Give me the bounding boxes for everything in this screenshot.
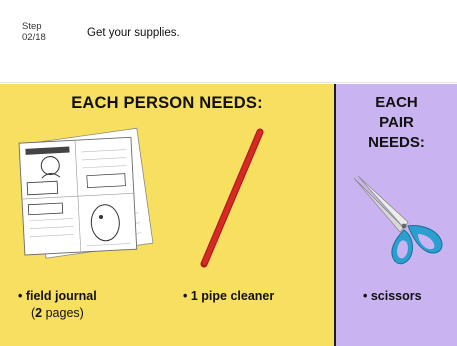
each-pair-heading-line1: EACH (375, 94, 418, 111)
step-number: 02/18 (22, 31, 46, 43)
pipe-cleaner-image (200, 128, 264, 268)
each-pair-heading: EACH PAIR NEEDS: (336, 93, 457, 153)
each-pair-heading-line2: PAIR (379, 114, 414, 131)
scissors-label: • scissors (363, 289, 422, 303)
step-header: Step 02/18 Get your supplies. (0, 0, 457, 83)
pipe-cleaner-label: • 1 pipe cleaner (183, 289, 275, 303)
each-person-heading: EACH PERSON NEEDS: (71, 94, 263, 112)
scissors-image (353, 175, 443, 265)
each-pair-heading-line3: NEEDS: (368, 134, 425, 151)
step-title: Get your supplies. (87, 27, 180, 39)
field-journal-label: • field journal (18, 289, 97, 303)
field-journal-pages: (2 pages) (31, 306, 84, 320)
field-journal-image (18, 127, 154, 259)
step-prefix: Step (22, 21, 42, 32)
step-indicator: Step 02/18 (22, 21, 46, 43)
